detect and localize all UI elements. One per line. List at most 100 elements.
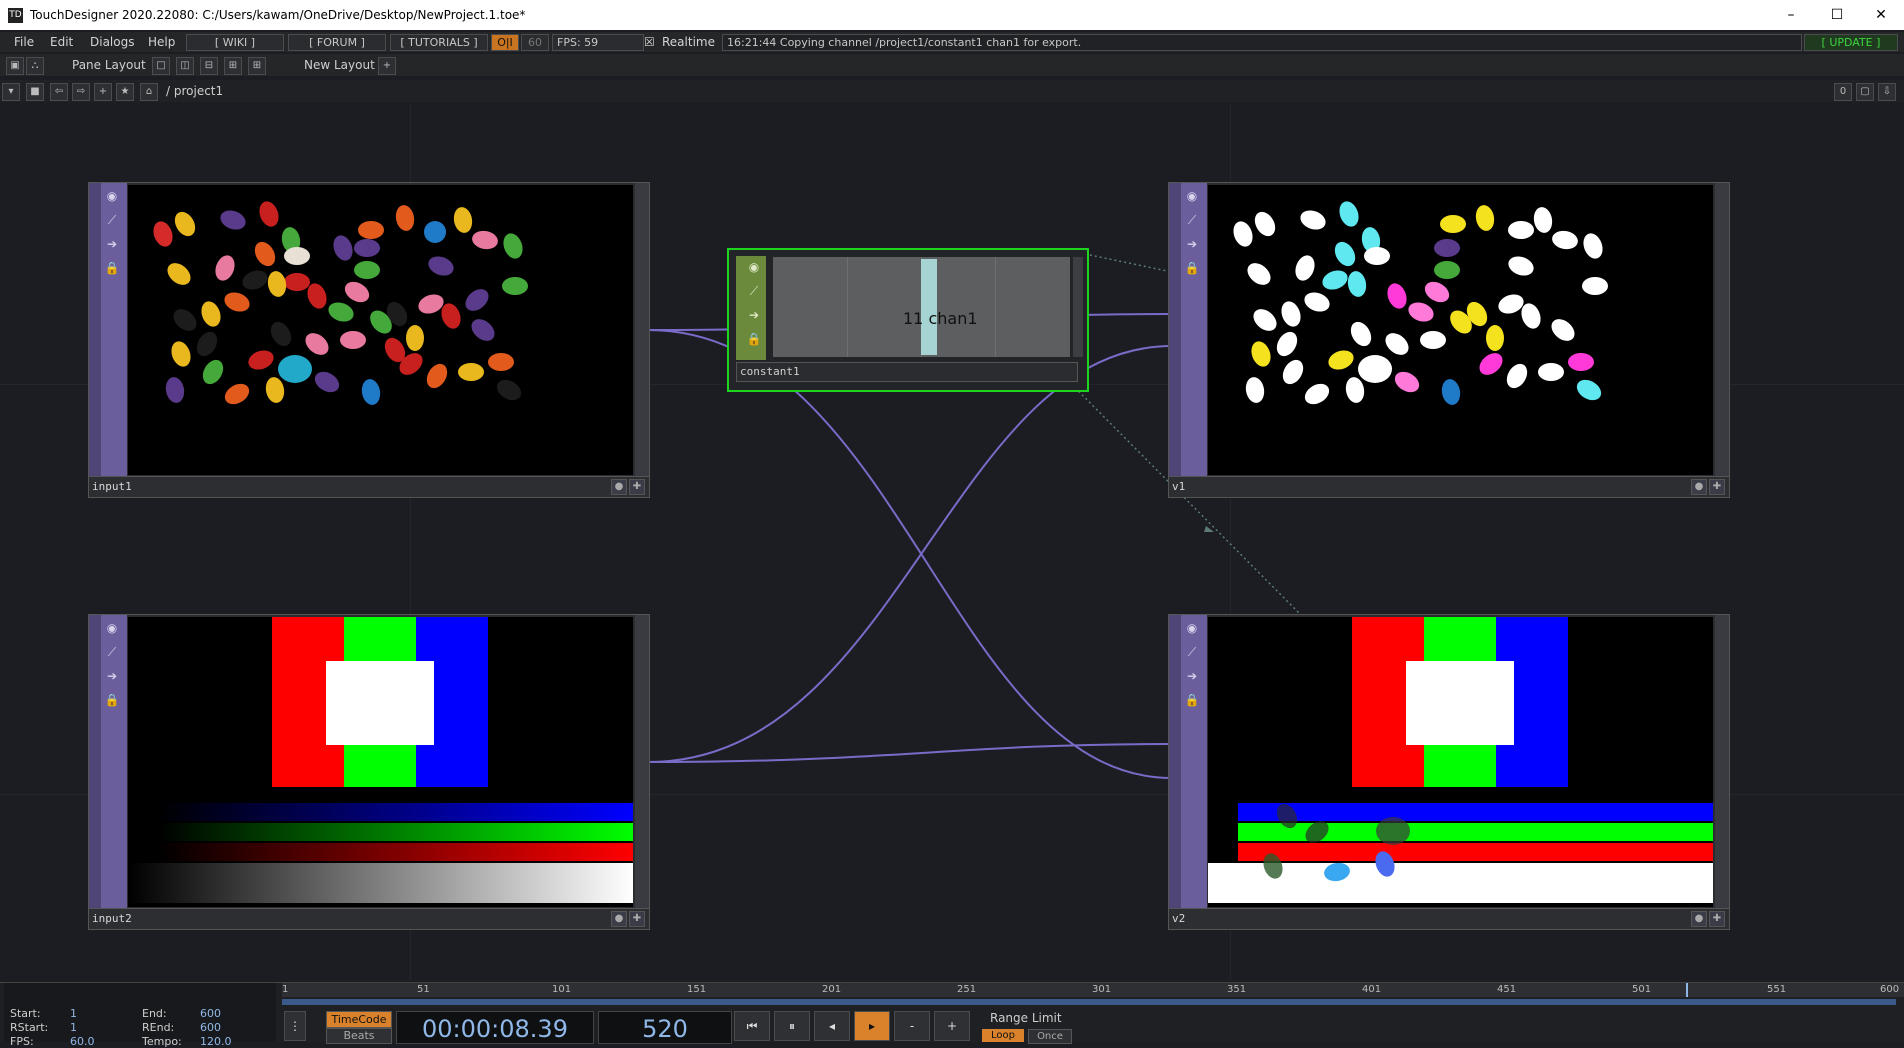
node-expand-icon[interactable]: ✚ <box>1709 911 1725 927</box>
viewer-icon[interactable]: ◉ <box>103 187 121 205</box>
fps-cap: 60 <box>521 34 549 51</box>
plus-icon[interactable]: + <box>94 83 112 101</box>
step-back-icon[interactable]: ◂ <box>814 1011 850 1041</box>
export-icon[interactable]: ⇩ <box>1878 83 1896 101</box>
viewer-icon[interactable]: ◉ <box>1183 619 1201 637</box>
layout-single-icon[interactable]: □ <box>152 57 170 75</box>
constant1-node[interactable]: ◉ ⟋ ➔ 🔒 11 chan1 constant1 <box>727 248 1089 392</box>
input1-node[interactable]: ◉ ⟋ ➔ 🔒 input1 ● ✚ <box>88 182 650 498</box>
node-label[interactable]: input1 <box>92 480 132 493</box>
node-flag-icon[interactable]: ● <box>611 911 627 927</box>
node-flag-icon[interactable]: ● <box>1691 479 1707 495</box>
jelly-bean <box>1486 325 1504 351</box>
back-icon[interactable]: ⇦ <box>50 83 68 101</box>
step-minus-icon[interactable]: - <box>894 1011 930 1041</box>
new-layout-label[interactable]: New Layout <box>304 58 375 72</box>
tempo-value[interactable]: 120.0 <box>200 1035 232 1048</box>
rewind-icon[interactable]: ⏮ <box>734 1011 770 1041</box>
v1-node[interactable]: ◉ ⟋ ➔ 🔒 v1 ● ✚ <box>1168 182 1730 498</box>
node-scrollbar[interactable] <box>635 615 649 909</box>
export-arrow-icon[interactable]: ➔ <box>103 235 121 253</box>
node-label[interactable]: constant1 <box>740 365 800 378</box>
playhead[interactable] <box>1686 983 1688 997</box>
forum-button[interactable]: [ FORUM ] <box>288 34 386 51</box>
timeline-ruler[interactable]: 1 51 101 151 201 251 301 351 401 451 501… <box>282 983 1904 997</box>
layout-split-v-icon[interactable]: ◫ <box>176 57 194 75</box>
play-icon[interactable]: ▸ <box>854 1011 890 1041</box>
image-icon[interactable]: ▣ <box>6 57 24 75</box>
graph-icon[interactable]: ⟋ <box>1183 643 1201 661</box>
lock-icon[interactable]: 🔒 <box>103 691 121 709</box>
node-scrollbar[interactable] <box>1715 183 1729 477</box>
menu-file[interactable]: File <box>14 35 34 49</box>
pause-icon[interactable]: ⏸ <box>774 1011 810 1041</box>
node-expand-icon[interactable]: ✚ <box>629 479 645 495</box>
beats-toggle[interactable]: Beats <box>326 1028 392 1044</box>
viewer-icon[interactable]: ◉ <box>746 260 762 276</box>
layout-split-h-icon[interactable]: ⊟ <box>200 57 218 75</box>
export-arrow-icon[interactable]: ➔ <box>1183 667 1201 685</box>
rend-value[interactable]: 600 <box>200 1021 221 1034</box>
node-scrollbar[interactable] <box>1715 615 1729 909</box>
export-arrow-icon[interactable]: ➔ <box>1183 235 1201 253</box>
add-layout-button[interactable]: + <box>378 57 396 75</box>
layout-three-icon[interactable]: ⊞ <box>224 57 242 75</box>
expand-icon[interactable]: ⋮ <box>284 1011 306 1041</box>
lock-icon[interactable]: 🔒 <box>1183 691 1201 709</box>
lock-icon[interactable]: 🔒 <box>746 332 762 348</box>
close-button[interactable]: ✕ <box>1858 0 1904 30</box>
tutorials-button[interactable]: [ TUTORIALS ] <box>390 34 488 51</box>
forward-icon[interactable]: ⇨ <box>72 83 90 101</box>
lock-icon[interactable]: 🔒 <box>1183 259 1201 277</box>
stop-icon[interactable]: ■ <box>26 83 44 101</box>
update-button[interactable]: [ UPDATE ] <box>1804 34 1898 51</box>
node-expand-icon[interactable]: ✚ <box>1709 479 1725 495</box>
chevron-down-icon[interactable]: ▾ <box>2 83 20 101</box>
export-arrow-icon[interactable]: ➔ <box>103 667 121 685</box>
v2-node[interactable]: ◉ ⟋ ➔ 🔒 v2 ● ✚ <box>1168 614 1730 930</box>
network-icon[interactable]: ⛬ <box>26 57 44 75</box>
input2-node[interactable]: ◉ ⟋ ➔ 🔒 input2 ● ✚ <box>88 614 650 930</box>
home-icon[interactable]: ⌂ <box>140 83 158 101</box>
export-arrow-icon[interactable]: ➔ <box>746 308 762 324</box>
node-flag-icon[interactable]: ● <box>611 479 627 495</box>
graph-icon[interactable]: ⟋ <box>103 211 121 229</box>
wiki-button[interactable]: [ WIKI ] <box>186 34 284 51</box>
timecode-display[interactable]: 00:00:08.39 <box>396 1011 594 1044</box>
graph-icon[interactable]: ⟋ <box>103 643 121 661</box>
timecode-toggle[interactable]: TimeCode <box>326 1011 392 1028</box>
menu-dialogs[interactable]: Dialogs <box>90 35 134 49</box>
maximize-button[interactable]: ☐ <box>1814 0 1860 30</box>
frame-display[interactable]: 520 <box>598 1011 732 1044</box>
node-expand-icon[interactable]: ✚ <box>629 911 645 927</box>
network-editor[interactable]: ◉ ⟋ ➔ 🔒 11 chan1 constant1 ◉ ⟋ ➔ 🔒 input… <box>0 104 1904 980</box>
viewer-icon[interactable]: ◉ <box>1183 187 1201 205</box>
end-value[interactable]: 600 <box>200 1007 221 1020</box>
node-label[interactable]: v1 <box>1172 480 1185 493</box>
step-plus-icon[interactable]: + <box>934 1011 970 1041</box>
once-toggle[interactable]: Once <box>1028 1029 1072 1044</box>
lock-icon[interactable]: 🔒 <box>103 259 121 277</box>
layout-four-icon[interactable]: ⊞ <box>248 57 266 75</box>
graph-icon[interactable]: ⟋ <box>746 284 762 300</box>
realtime-checkbox[interactable]: ☒ <box>644 35 655 49</box>
menu-help[interactable]: Help <box>148 35 175 49</box>
rstart-value[interactable]: 1 <box>70 1021 77 1034</box>
minimize-button[interactable]: – <box>1768 0 1814 30</box>
oi-toggle[interactable]: O|I <box>491 34 519 51</box>
loop-toggle[interactable]: Loop <box>982 1029 1024 1042</box>
fps-value[interactable]: 60.0 <box>70 1035 95 1048</box>
star-icon[interactable]: ★ <box>116 83 134 101</box>
timeline-range-bar[interactable] <box>282 999 1896 1005</box>
network-path[interactable]: / project1 <box>166 84 223 98</box>
start-value[interactable]: 1 <box>70 1007 77 1020</box>
graph-icon[interactable]: ⟋ <box>1183 211 1201 229</box>
window-icon[interactable]: ▢ <box>1856 83 1874 101</box>
node-label[interactable]: input2 <box>92 912 132 925</box>
node-label[interactable]: v2 <box>1172 912 1185 925</box>
menu-edit[interactable]: Edit <box>50 35 73 49</box>
node-flag-icon[interactable]: ● <box>1691 911 1707 927</box>
node-scrollbar[interactable] <box>1073 257 1083 357</box>
node-scrollbar[interactable] <box>635 183 649 477</box>
viewer-icon[interactable]: ◉ <box>103 619 121 637</box>
